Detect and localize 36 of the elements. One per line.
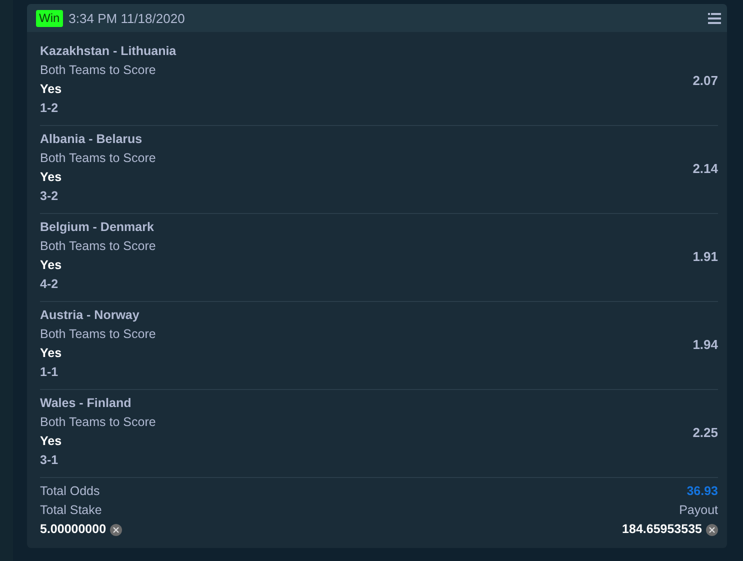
selection: Yes (40, 345, 63, 362)
match-name: Wales - Finland (40, 395, 132, 412)
match-name: Albania - Belarus (40, 131, 144, 148)
total-odds-label: Total Odds (40, 483, 100, 500)
selection: Yes (40, 81, 63, 98)
leg-odds: 1.91 (692, 248, 718, 264)
leg-odds: 2.07 (692, 72, 718, 88)
match-name: Belgium - Denmark (40, 219, 155, 236)
list-icon[interactable] (708, 12, 721, 24)
market-name: Both Teams to Score (40, 326, 156, 343)
market-name: Both Teams to Score (40, 62, 157, 79)
currency-icon (110, 524, 122, 536)
match-score: 4-2 (40, 276, 60, 293)
match-score: 1-1 (40, 364, 60, 381)
market-name: Both Teams to Score (40, 238, 156, 255)
currency-icon (706, 524, 718, 536)
total-odds: 36.93 (686, 483, 718, 500)
selection: Yes (40, 433, 63, 450)
leg-odds: 1.94 (692, 336, 718, 352)
match-name: Kazakhstan - Lithuania (40, 43, 176, 60)
selection: Yes (40, 169, 63, 186)
match-score: 1-2 (40, 100, 60, 117)
status-badge: Win (36, 10, 63, 26)
bet-datetime: 3:34 PM 11/18/2020 (68, 10, 186, 26)
leg-odds: 2.14 (692, 160, 718, 176)
selection: Yes (40, 257, 63, 274)
match-score: 3-1 (40, 452, 60, 469)
market-name: Both Teams to Score (40, 414, 156, 431)
stake-amount: 5.00000000 (40, 521, 106, 538)
payout-amount: 184.65953535 (622, 521, 702, 538)
match-score: 3-2 (40, 188, 60, 205)
stake-label: Total Stake (40, 502, 102, 519)
market-name: Both Teams to Score (40, 150, 156, 167)
payout-label: Payout (679, 502, 718, 519)
leg-odds: 2.25 (692, 424, 718, 440)
match-name: Austria - Norway (40, 307, 140, 324)
